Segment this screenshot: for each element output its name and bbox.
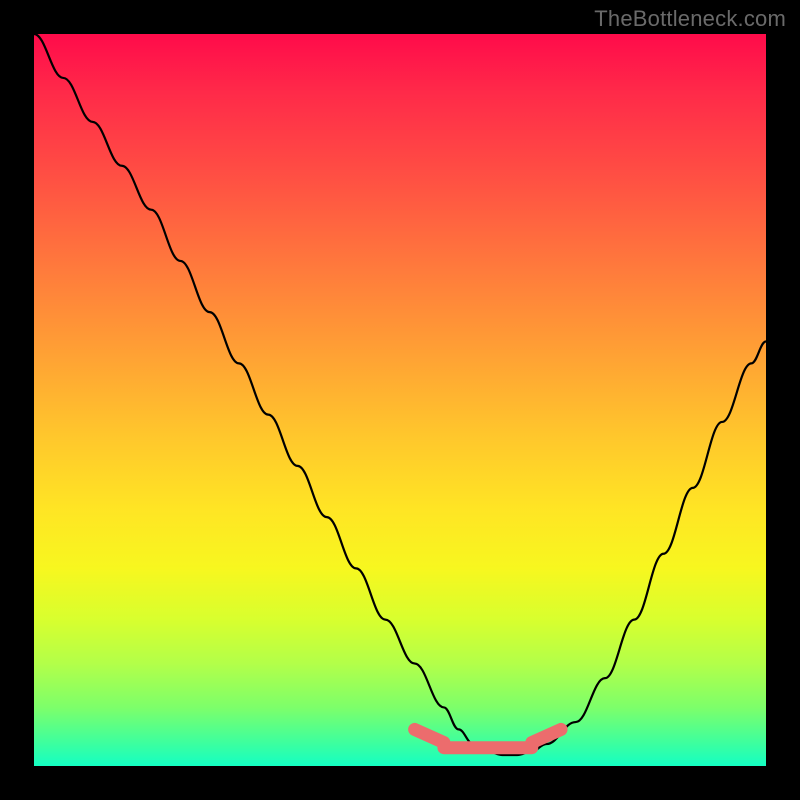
highlight-segment: [415, 729, 444, 742]
chart-svg: [34, 34, 766, 766]
plot-area: [34, 34, 766, 766]
watermark-text: TheBottleneck.com: [594, 6, 786, 32]
chart-frame: TheBottleneck.com: [0, 0, 800, 800]
curve-line: [34, 34, 766, 755]
highlight-segment: [532, 729, 561, 742]
highlight-band: [415, 729, 561, 747]
